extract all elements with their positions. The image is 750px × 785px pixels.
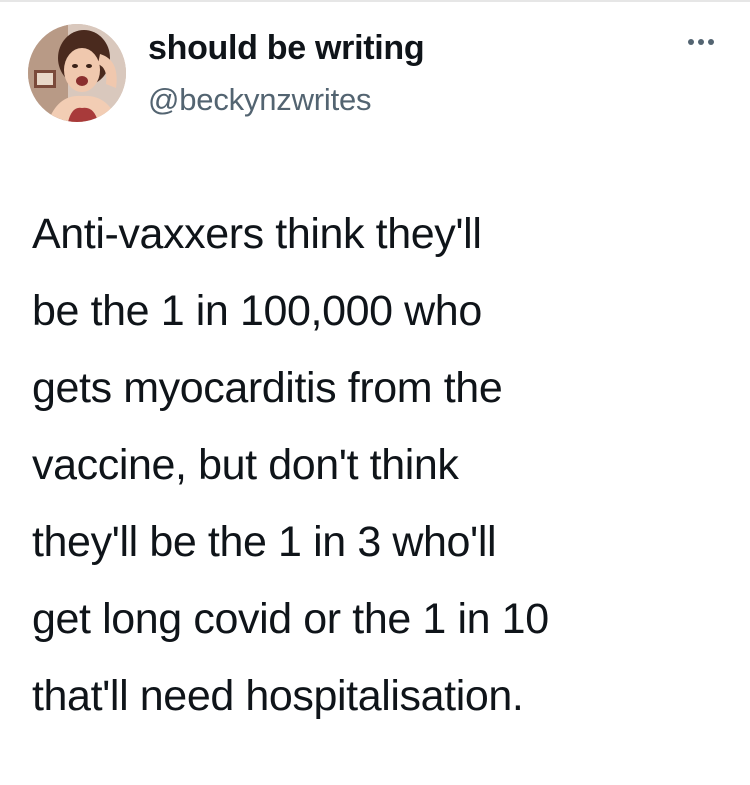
avatar-image [28,24,126,122]
user-handle[interactable]: @beckynzwrites [148,82,670,118]
divider [0,0,750,2]
more-options-button[interactable] [684,30,718,54]
tweet-card: should be writing @beckynzwrites Anti-va… [0,0,750,785]
author-info[interactable]: should be writing @beckynzwrites [148,28,670,118]
tweet-text: Anti-vaxxers think they'll be the 1 in 1… [32,210,549,720]
avatar[interactable] [28,24,126,122]
more-horizontal-icon [688,39,714,45]
display-name[interactable]: should be writing [148,28,670,68]
